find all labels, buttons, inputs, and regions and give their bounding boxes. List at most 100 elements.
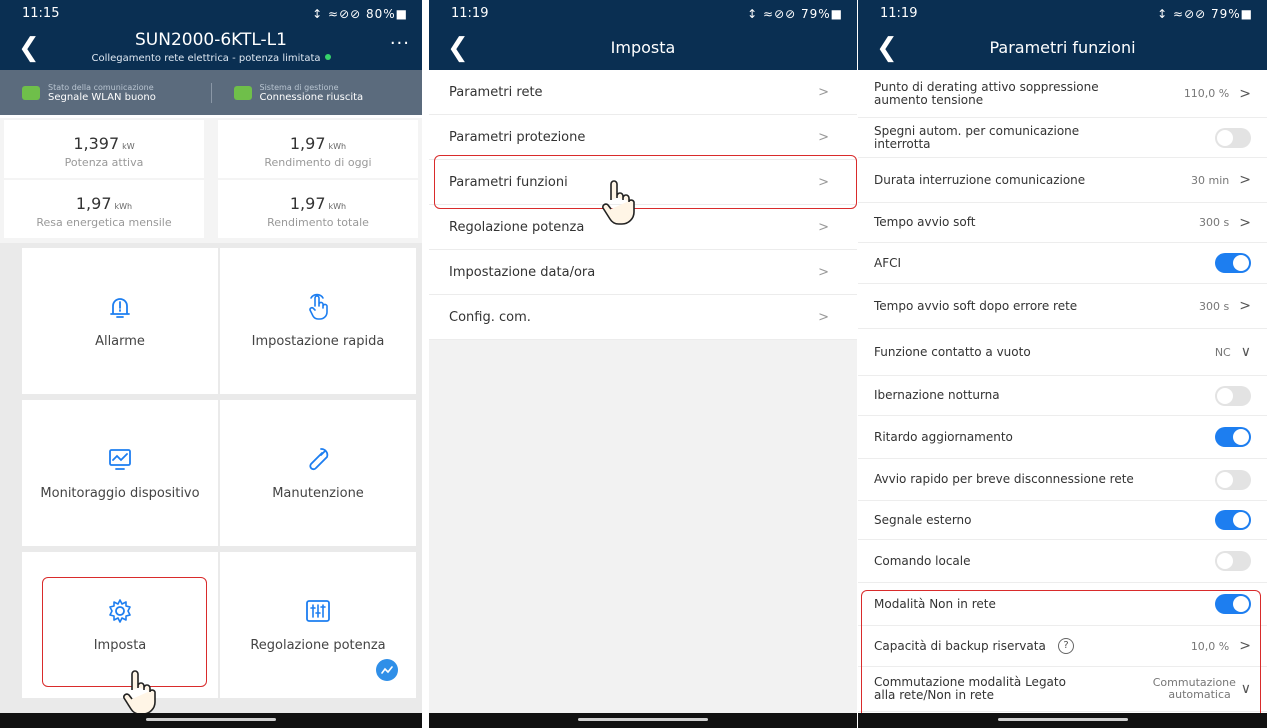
tile-label: Manutenzione — [272, 486, 364, 501]
param-label: Tempo avvio soft — [874, 215, 976, 229]
management-label: Sistema di gestione — [259, 82, 339, 92]
status-time: 11:15 — [22, 6, 60, 21]
stat-label: Resa energetica mensile — [36, 216, 172, 229]
param-label: Comando locale — [874, 553, 971, 568]
monitor-icon — [109, 449, 131, 470]
toggle-switch[interactable] — [1215, 127, 1251, 148]
param-row[interactable]: Funzione contatto a vuoto NC ∨ — [858, 329, 1267, 376]
param-row[interactable]: Durata interruzione comunicazione 30 min > — [858, 158, 1267, 203]
app-header: ❮ Imposta — [429, 27, 857, 70]
chevron-right-icon: > — [818, 84, 829, 100]
param-value-area — [1215, 127, 1251, 148]
wifi-check-icon — [22, 85, 40, 100]
toggle-knob — [1217, 471, 1233, 488]
menu-item-label: Regolazione potenza — [449, 219, 585, 235]
status-icons: ↕ ≈⊘⊘ 79%■ — [747, 6, 843, 21]
menu-item-grid-params[interactable]: Parametri rete > — [429, 70, 857, 115]
stat-today-yield: 1,97 kWh Rendimento di oggi — [218, 120, 418, 178]
home-indicator[interactable] — [578, 718, 708, 721]
param-label: Ritardo aggiornamento — [874, 429, 1013, 444]
status-time: 11:19 — [880, 6, 918, 21]
param-row: Spegni autom. per comunicazione interrot… — [858, 118, 1267, 158]
param-label: Avvio rapido per breve disconnessione re… — [874, 472, 1134, 486]
toggle-knob — [1233, 255, 1249, 271]
param-row[interactable]: Tempo avvio soft 300 s > — [858, 203, 1267, 243]
param-value-area: NC ∨ — [1215, 344, 1251, 360]
status-dot-icon — [324, 54, 331, 60]
stats-grid: 1,397 kW Potenza attiva 1,97 kWh Rendiment… — [0, 118, 422, 243]
chevron-right-icon: > — [818, 129, 829, 145]
tile-quick-setup[interactable]: Impostazione rapida — [220, 248, 416, 394]
stat-active-power: 1,397 kW Potenza attiva — [4, 120, 204, 178]
comm-status: Stato della comunicazione Segnale WLAN bu… — [0, 83, 211, 103]
stat-monthly-yield: 1,97 kWh Resa energetica mensile — [4, 180, 204, 238]
menu-item-power-regulation[interactable]: Regolazione potenza > — [429, 205, 857, 250]
param-value-area — [1215, 427, 1251, 447]
stat-unit: kWh — [328, 202, 347, 211]
stat-label: Rendimento di oggi — [264, 156, 372, 169]
highlight-box — [434, 155, 857, 209]
status-icons: ↕ ≈⊘⊘ 79%■ — [1157, 6, 1253, 21]
stat-label: Potenza attiva — [64, 156, 144, 169]
home-indicator[interactable] — [146, 718, 276, 721]
stat-unit: kW — [122, 142, 135, 151]
toggle-switch[interactable] — [1215, 385, 1251, 406]
pointer-hand-icon — [602, 180, 635, 225]
function-params-panel: 11:19 ↕ ≈⊘⊘ 79%■ ❮ Parametri funzioni Pu… — [858, 0, 1267, 728]
sliders-icon — [306, 600, 330, 622]
home-indicator[interactable] — [997, 718, 1128, 721]
param-value-area: 300 s > — [1199, 215, 1251, 231]
device-title: SUN2000-6KTL-L1 — [135, 30, 287, 50]
tile-label: Regolazione potenza — [250, 638, 386, 653]
stat-unit: kWh — [328, 142, 347, 151]
param-row: Comando locale — [858, 540, 1267, 583]
page-title: Imposta — [610, 38, 676, 57]
toggle-switch[interactable] — [1215, 551, 1251, 571]
settings-panel: 11:19 ↕ ≈⊘⊘ 79%■ ❮ Imposta Parametri ret… — [429, 0, 857, 728]
toggle-switch[interactable] — [1215, 427, 1251, 447]
menu-item-label: Config. com. — [449, 309, 531, 325]
stat-label: Rendimento totale — [267, 216, 369, 229]
highlight-box — [861, 590, 1261, 728]
chevron-right-icon: > — [1239, 214, 1251, 231]
pointer-hand-icon — [123, 670, 156, 715]
tile-device-monitoring[interactable]: Monitoraggio dispositivo — [22, 400, 218, 546]
tile-label: Impostazione rapida — [251, 334, 385, 349]
param-label: Tempo avvio soft dopo errore rete — [874, 298, 1078, 313]
chevron-right-icon: > — [1239, 298, 1251, 314]
management-status: Sistema di gestione Connessione riuscita — [210, 82, 423, 103]
param-label: Funzione contatto a vuoto — [874, 344, 1031, 359]
connection-status-text: Collegamento rete elettrica - potenza li… — [91, 53, 321, 64]
param-value: 300 s — [1199, 299, 1230, 313]
param-value-area — [1215, 551, 1251, 571]
param-row[interactable]: Tempo avvio soft dopo errore rete 300 s > — [858, 284, 1267, 329]
param-value-area — [1215, 510, 1251, 530]
stat-value: 1,397 — [73, 134, 120, 153]
chevron-right-icon: > — [1239, 172, 1251, 188]
param-value: 300 s — [1199, 216, 1230, 229]
param-row[interactable]: Punto di derating attivo soppressione au… — [858, 70, 1267, 118]
tile-maintenance[interactable]: Manutenzione — [220, 400, 416, 546]
param-value: 30 min — [1191, 173, 1230, 187]
toggle-switch[interactable] — [1215, 253, 1251, 273]
system-nav-bar — [858, 713, 1267, 728]
chevron-down-icon: ∨ — [1240, 344, 1251, 360]
tile-alarm[interactable]: Allarme — [22, 248, 218, 394]
chart-fab-icon[interactable] — [376, 659, 398, 681]
status-time: 11:19 — [451, 6, 489, 21]
toggle-switch[interactable] — [1215, 469, 1251, 490]
param-row: Ritardo aggiornamento — [858, 416, 1267, 459]
wrench-icon — [309, 448, 329, 471]
param-value-area: 110,0 % > — [1184, 86, 1251, 102]
menu-item-comm-config[interactable]: Config. com. > — [429, 295, 857, 340]
communication-bar: Stato della comunicazione Segnale WLAN bu… — [0, 70, 422, 115]
stat-value: 1,97 — [289, 134, 326, 153]
menu-item-date-time[interactable]: Impostazione data/ora > — [429, 250, 857, 295]
menu-item-protection-params[interactable]: Parametri protezione > — [429, 115, 857, 160]
system-nav-bar — [429, 713, 857, 728]
more-menu-icon[interactable]: ··· — [390, 33, 410, 54]
param-label: Punto di derating attivo soppressione au… — [874, 79, 1099, 107]
param-label: Ibernazione notturna — [874, 388, 1000, 402]
toggle-switch[interactable] — [1215, 510, 1251, 530]
param-row: Segnale esterno — [858, 501, 1267, 540]
